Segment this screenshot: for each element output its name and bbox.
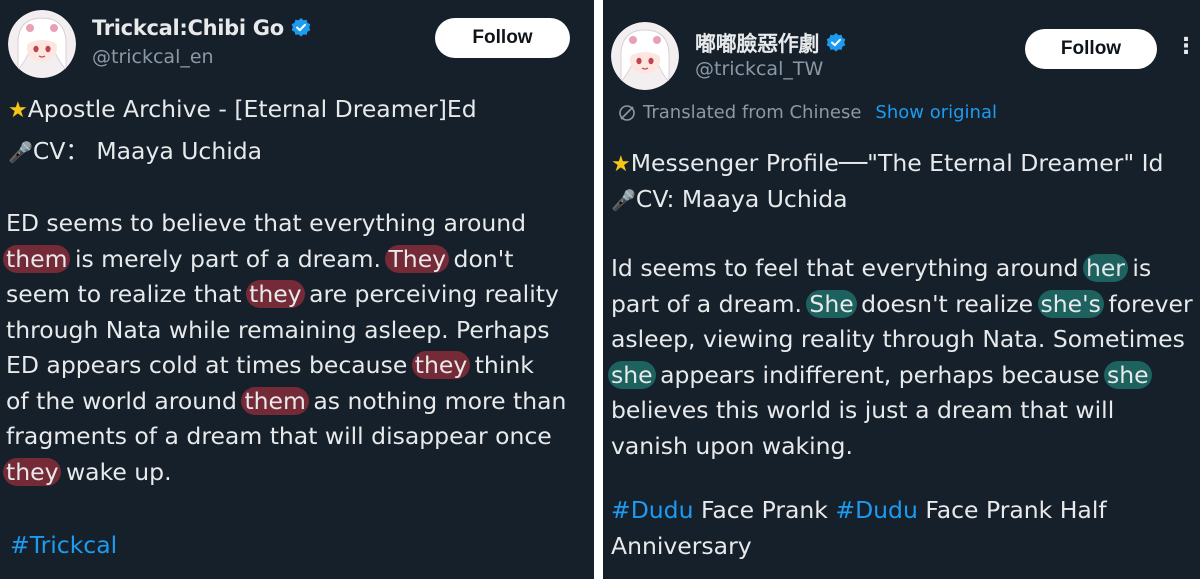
text-segment: is [1124,254,1152,282]
translation-notice: Translated from Chinese Show original [617,102,997,123]
verified-badge-icon [291,18,311,37]
text-line: seem to realize that they are perceiving… [6,277,566,313]
text-line: they wake up. [3,455,566,491]
text-line: part of a dream. She doesn't realize she… [611,287,1193,323]
cv-line-right: CV: Maaya Uchida [635,185,848,213]
star-emoji-icon: ★ [611,152,631,177]
text-line: ED seems to believe that everything arou… [6,206,566,242]
text-segment: as nothing more than [305,386,567,415]
text-segment: believes this world is just a dream that… [611,396,1115,424]
text-segment: of the world around [6,386,245,415]
avatar-left[interactable] [8,10,76,78]
text-line: vanish upon waking. [611,429,1193,465]
text-segment: appears indifferent, perhaps because [652,360,1108,389]
tweet-body-left: ED seems to believe that everything arou… [3,206,566,491]
text-line: through Nata while remaining asleep. Per… [6,313,566,349]
highlighted-pronoun: she's [1037,289,1104,318]
star-emoji-icon: ★ [8,98,28,123]
text-segment: Face Prank Half [917,496,1107,524]
text-line: them is merely part of a dream. They don… [3,242,566,278]
handle-left[interactable]: @trickcal_en [92,46,214,68]
text-segment: asleep, viewing reality through Nata. So… [611,325,1185,353]
highlighted-pronoun: them [3,244,71,273]
highlighted-pronoun: she [1104,360,1152,389]
verified-badge-icon [826,33,846,52]
text-line: asleep, viewing reality through Nata. So… [611,322,1193,358]
text-line: believes this world is just a dream that… [611,393,1193,429]
text-line: she appears indifferent, perhaps because… [608,358,1193,394]
text-line: Anniversary [611,529,1107,565]
text-segment: think [467,351,534,379]
tweet-header-text-left: ★Apostle Archive - [Eternal Dreamer]Ed 🎤… [8,92,477,176]
text-segment: through Nata while remaining asleep. Per… [6,315,550,344]
highlighted-pronoun: They [385,244,450,273]
text-segment: Face Prank [693,496,836,524]
text-segment: fragments of a dream that will disappear… [6,422,552,450]
tweet-header-text-right: ★Messenger Profile──"The Eternal Dreamer… [611,146,1163,218]
highlighted-pronoun: they [246,280,305,308]
text-line: of the world around them as nothing more… [6,384,566,420]
hashtag-link[interactable]: #Dudu [611,496,694,524]
text-segment: wake up. [58,457,172,486]
text-segment: doesn't realize [853,289,1041,318]
hashtag-link[interactable]: #Dudu [835,496,918,524]
highlighted-pronoun: her [1082,254,1128,282]
text-segment: seem to realize that [6,280,250,308]
highlighted-pronoun: she [608,360,656,389]
microphone-emoji-icon: 🎤 [8,140,33,164]
chibi-girl-avatar-icon [8,10,76,78]
text-segment: Anniversary [611,531,752,560]
highlighted-pronoun: they [411,351,471,379]
text-line: fragments of a dream that will disappear… [6,419,566,455]
text-segment: ED seems to believe that everything arou… [6,209,527,237]
tweet-right: 嘟嘟臉惡作劇 @trickcal_TW Follow ⋮ Translated … [603,0,1200,579]
tweet-body-right: Id seems to feel that everything around … [608,251,1193,465]
handle-right[interactable]: @trickcal_TW [695,58,823,80]
translated-label: Translated from Chinese [643,102,862,123]
translate-globe-icon [619,104,635,121]
hashtag-row-right: #Dudu Face Prank #Dudu Face Prank Half An… [611,493,1107,564]
follow-button-left[interactable]: Follow [435,18,570,58]
display-name-left[interactable]: Trickcal:Chibi Go [92,16,284,40]
text-segment: is merely part of a dream. [67,244,389,273]
text-segment: vanish upon waking. [611,431,853,460]
text-segment: part of a dream. [611,289,810,318]
text-line: #Dudu Face Prank #Dudu Face Prank Half [611,493,1107,529]
text-segment: are perceiving reality [301,280,559,308]
show-original-link[interactable]: Show original [875,102,997,123]
text-segment: forever [1100,289,1193,318]
chibi-girl-avatar-icon [611,22,679,90]
cv-line-left: CV： Maaya Uchida [32,137,263,165]
text-segment: ED appears cold at times because [6,351,415,379]
microphone-emoji-icon: 🎤 [611,188,636,212]
more-options-icon[interactable]: ⋮ [1175,36,1197,58]
hashtag-row-left: #Trickcal [10,528,117,564]
highlighted-pronoun: She [806,289,857,318]
title-line-left: Apostle Archive - [Eternal Dreamer]Ed [27,95,477,123]
highlighted-pronoun: they [3,457,62,486]
text-line: Id seems to feel that everything around … [611,251,1193,287]
text-segment: don't [446,244,514,273]
hashtag-link-left[interactable]: #Trickcal [10,531,117,559]
title-line-right: Messenger Profile──"The Eternal Dreamer"… [630,149,1164,177]
follow-button-right[interactable]: Follow [1025,29,1157,69]
avatar-right[interactable] [611,22,679,90]
tweet-left: Trickcal:Chibi Go @trickcal_en Follow ★A… [0,0,594,579]
display-name-right[interactable]: 嘟嘟臉惡作劇 [695,28,820,58]
text-segment: Id seems to feel that everything around [611,254,1086,282]
text-line: ED appears cold at times because they th… [6,348,566,384]
highlighted-pronoun: them [241,386,309,415]
